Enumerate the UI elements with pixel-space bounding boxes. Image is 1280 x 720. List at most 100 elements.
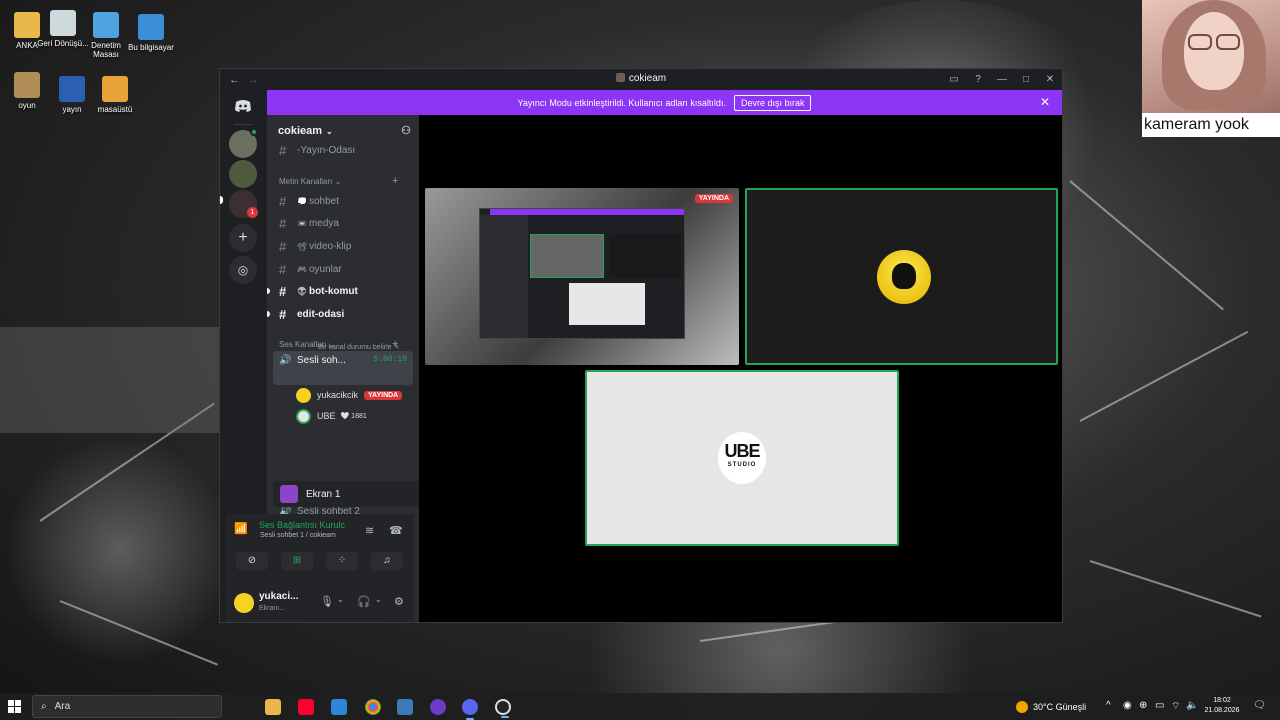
channel-edit-odasi[interactable]: # edit-odasi — [273, 304, 413, 324]
server-rail: 1 + ◎ — [220, 90, 266, 622]
tray-app-icon[interactable]: ◉ — [1123, 700, 1132, 711]
title-bar: ← → cokieam ▭ ? — □ ✕ — [220, 69, 1062, 90]
channel-bot-komut[interactable]: # 👽 bot-komut — [273, 281, 413, 301]
voice-user-ube[interactable]: UBE 🤍 1881 — [296, 407, 367, 425]
close-icon[interactable]: ✕ — [1038, 74, 1062, 85]
live-badge: YAYINDA — [364, 390, 403, 400]
hash-icon: # — [279, 238, 287, 254]
user-tile-ube[interactable]: UBE STUDIO — [585, 370, 899, 546]
wifi-icon[interactable]: ⌔ — [1171, 700, 1180, 713]
stream-folder-icon — [59, 76, 85, 102]
taskbar-search[interactable]: ⌕ Ara — [32, 695, 222, 718]
notification-icon[interactable]: 🗨 — [1253, 700, 1266, 711]
channel-oyunlar[interactable]: # 🎮 oyunlar — [273, 259, 413, 279]
webcam-face — [1184, 12, 1244, 90]
channel-status-placeholder[interactable]: Bir kanal durumu belirle ✎ — [318, 343, 399, 351]
help-icon[interactable]: ? — [966, 74, 990, 85]
volume-icon[interactable]: 🔈 — [1186, 700, 1198, 711]
voice-channel-sesli-sohbet-2[interactable]: 🔊 Sesli sohbet 2 — [273, 501, 413, 521]
online-dot — [250, 128, 258, 136]
maximize-icon[interactable]: □ — [1014, 74, 1038, 85]
user-avatar-cat — [877, 250, 931, 304]
glasses-right — [1216, 34, 1240, 50]
channel-video-klip[interactable]: # 📽 video-klip — [273, 236, 413, 256]
unread-indicator — [267, 288, 270, 294]
ube-studio-logo: UBE STUDIO — [718, 432, 766, 484]
app-icon[interactable] — [331, 699, 347, 715]
add-channel-icon[interactable]: + — [392, 175, 398, 187]
streamer-mode-banner: Yayıncı Modu etkinleştirildi. Kullanıcı … — [267, 90, 1062, 115]
windows-start-icon[interactable] — [8, 700, 22, 714]
preview-tile-1 — [530, 234, 604, 278]
preview-sidebar — [480, 215, 528, 338]
webcam-label: kameram yook — [1142, 113, 1280, 137]
avatar — [296, 408, 311, 424]
mention-badge: 1 — [247, 207, 258, 218]
clock[interactable]: 18:02 21.08.2026 — [1200, 696, 1244, 716]
youtube-icon[interactable] — [298, 699, 314, 715]
stream-preview — [479, 208, 685, 339]
hash-icon: # — [279, 306, 287, 322]
webcam-overlay: kameram yook — [1142, 0, 1280, 137]
hash-icon: # — [279, 283, 287, 299]
chrome-icon[interactable] — [365, 699, 381, 715]
channel-sohbet[interactable]: # 💭 sohbet — [273, 191, 413, 211]
hash-icon: # — [279, 261, 287, 277]
channel-yayin-odasi[interactable]: # -Yayın-Odası — [273, 142, 413, 158]
hash-icon: # — [279, 142, 287, 158]
weather-widget[interactable]: 30°C Güneşli — [1016, 701, 1086, 713]
minimize-icon[interactable]: — — [990, 74, 1014, 85]
discord-window: ← → cokieam ▭ ? — □ ✕ 1 + ◎ Yayıncı Modu… — [219, 68, 1063, 623]
unread-indicator — [267, 311, 270, 317]
speaker-icon: 🔊 — [279, 505, 292, 517]
desktop-icon-this-pc[interactable]: Bu bilgisayar — [122, 14, 180, 52]
server-icon — [615, 73, 625, 82]
speaker-icon: 🔊 — [279, 528, 292, 540]
speaker-icon: 🔊 — [279, 355, 292, 366]
network-icon[interactable]: ▭ — [1155, 700, 1164, 711]
selected-server-pill — [220, 196, 223, 204]
invite-icon[interactable]: ⚇ — [401, 124, 411, 137]
banner-close-icon[interactable]: ✕ — [1040, 95, 1050, 109]
voice-stage: YAYINDA UBE STUDIO — [419, 115, 1062, 622]
hash-icon: # — [279, 193, 287, 209]
settings-app-icon[interactable] — [397, 699, 413, 715]
add-server-icon[interactable]: + — [229, 224, 257, 252]
cat-icon — [892, 263, 916, 289]
voice-channel-sesli-sohbet-1[interactable]: 🔊 Sesli soh... 5:00:10 — [273, 351, 413, 385]
forward-arrow-icon[interactable]: → — [248, 74, 259, 86]
chevron-down-icon: ⌄ — [326, 126, 333, 136]
rail-separator — [234, 124, 252, 125]
tray-app-icon[interactable]: ⊕ — [1139, 700, 1147, 711]
preview-tile-3 — [569, 283, 645, 325]
file-explorer-icon[interactable] — [265, 699, 281, 715]
voice-channel-sesli-sohbet-3[interactable]: 🔊 Sesli sohbet 3 — [273, 524, 413, 544]
explore-icon[interactable]: ◎ — [229, 256, 257, 284]
voice-user-yukacikcik[interactable]: yukacikcik YAYINDA — [296, 386, 403, 404]
category-text-channels[interactable]: Metin Kanalları ⌄ + — [279, 175, 398, 187]
channel-medya[interactable]: # 📼 medya — [273, 213, 413, 233]
game-folder-icon — [14, 72, 40, 98]
disable-streamer-mode-button[interactable]: Devre dışı bırak — [733, 94, 812, 111]
window-title: cokieam — [220, 73, 1062, 84]
app-icon[interactable] — [430, 699, 446, 715]
computer-icon — [138, 14, 164, 40]
back-arrow-icon[interactable]: ← — [229, 74, 240, 86]
preview-tile-2 — [609, 234, 681, 278]
desktop-icon-masaustu[interactable]: masaüstü — [88, 76, 142, 114]
voice-timer: 5:00:10 — [373, 355, 407, 364]
window-controls: ▭ ? — □ ✕ — [942, 69, 1062, 90]
channel-sidebar: cokieam ⌄ ⚇ # -Yayın-Odası Metin Kanalla… — [267, 115, 419, 622]
discord-logo-icon — [235, 100, 251, 112]
inbox-icon[interactable]: ▭ — [942, 74, 966, 85]
discord-home-button[interactable] — [229, 92, 257, 120]
server-icon-2[interactable] — [229, 160, 257, 188]
obs-icon[interactable] — [495, 699, 511, 718]
discord-taskbar-icon[interactable] — [462, 699, 478, 720]
user-tile-avatar[interactable] — [745, 188, 1058, 365]
avatar — [296, 387, 311, 403]
channel-label: -Yayın-Odası — [297, 144, 356, 156]
stream-tile-yukacikcik[interactable]: YAYINDA — [425, 188, 739, 365]
chevron-up-icon[interactable]: ^ — [1106, 700, 1111, 711]
control-panel-icon — [93, 12, 119, 38]
